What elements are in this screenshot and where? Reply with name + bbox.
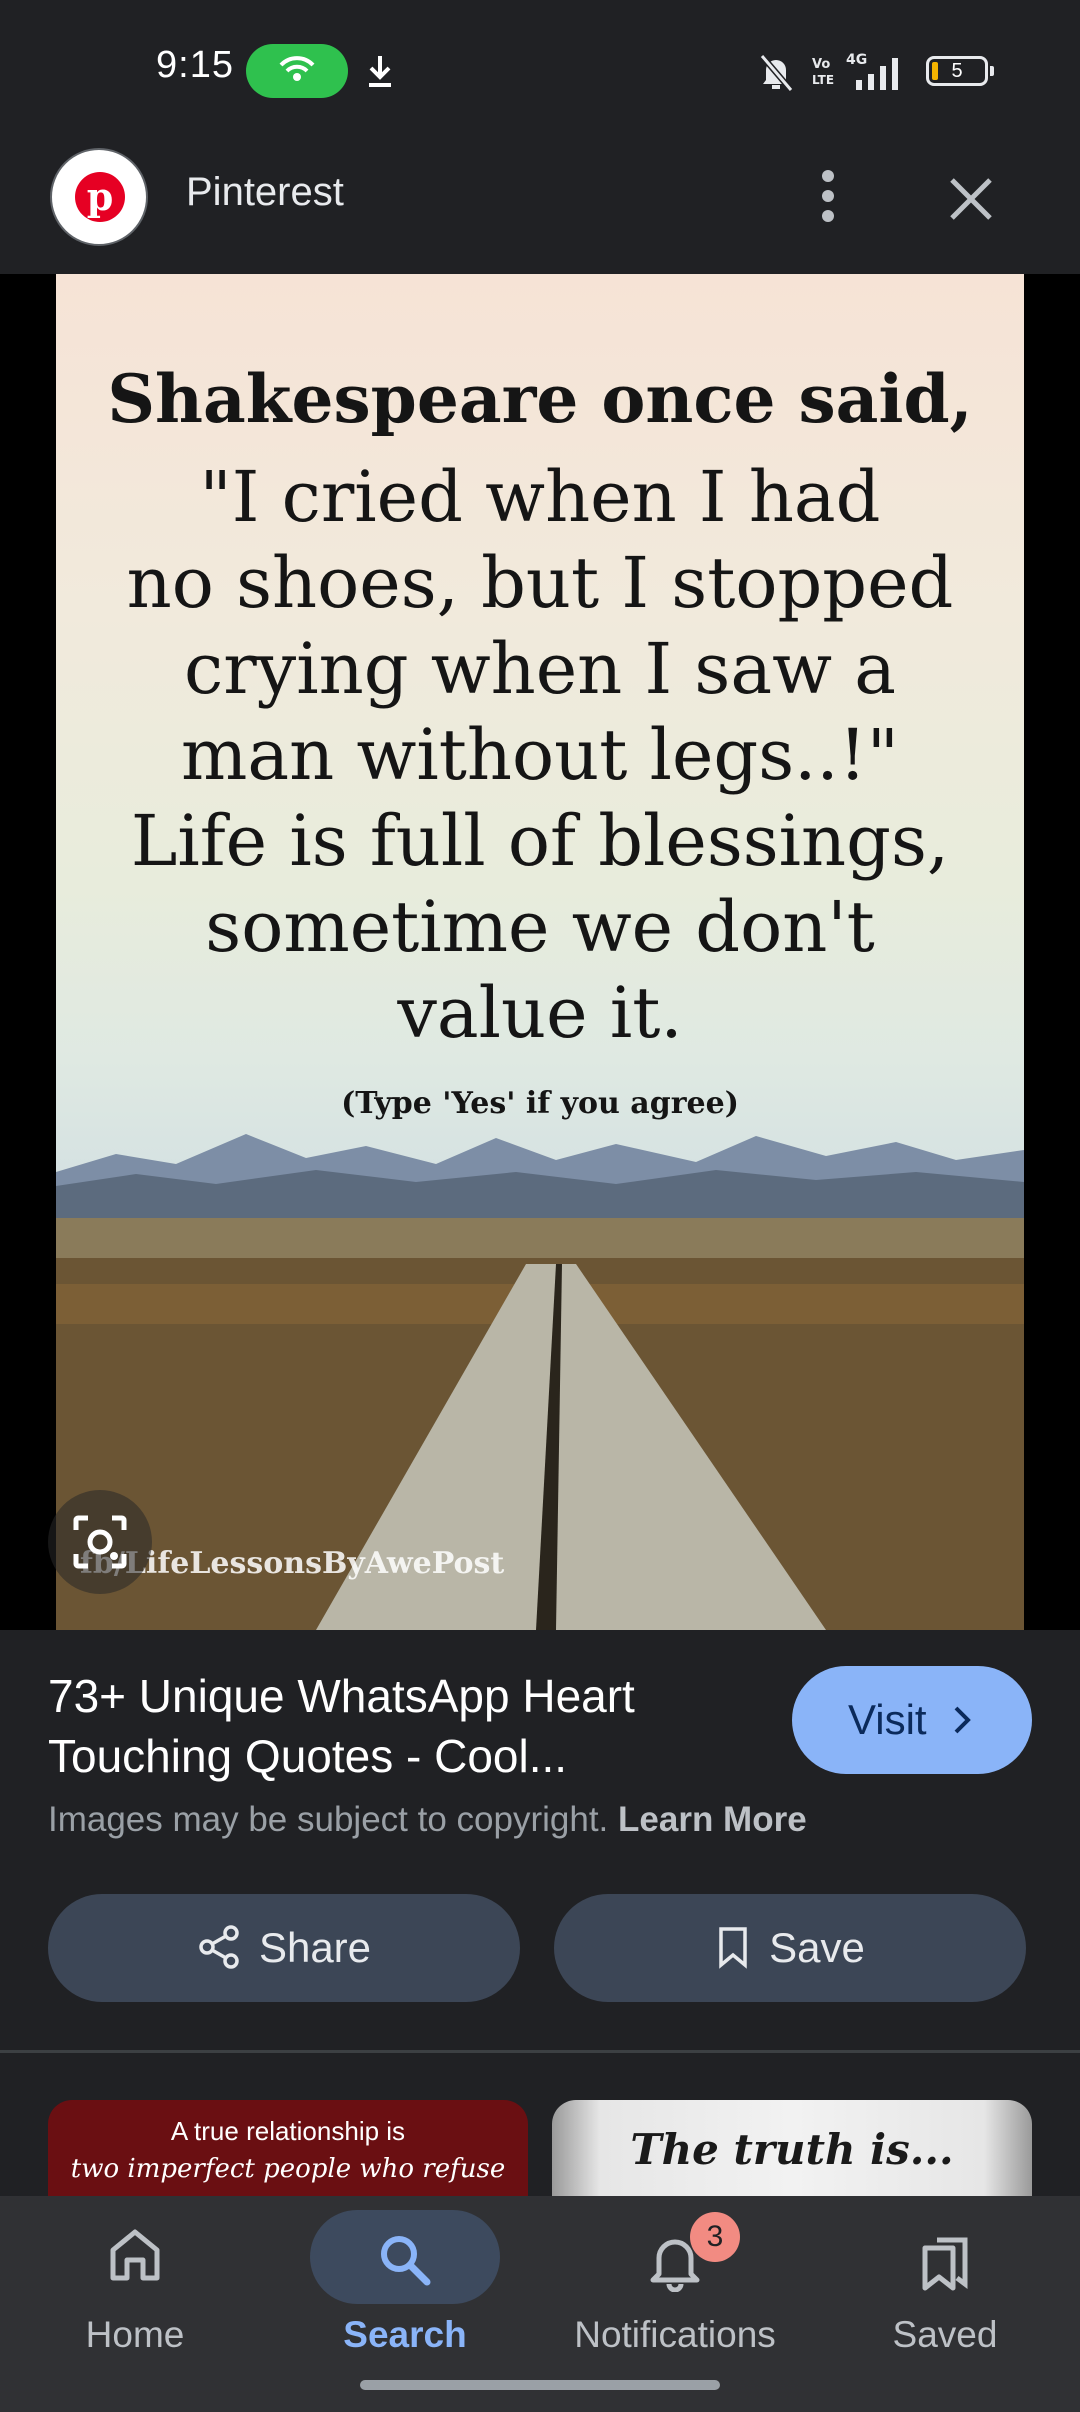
lens-button[interactable] — [48, 1490, 152, 1594]
quote-line: sometime we don't — [205, 886, 875, 968]
divider — [0, 2050, 1080, 2053]
related-image-card[interactable]: The truth is... — [552, 2100, 1032, 2196]
share-button[interactable]: Share — [48, 1894, 520, 2002]
viewer-header: p Pinterest — [0, 112, 1080, 274]
status-time: 9:15 — [156, 44, 234, 86]
bookmarks-icon — [922, 2237, 968, 2291]
lens-icon — [73, 1515, 127, 1569]
bookmark-icon — [719, 1927, 747, 1969]
status-bar: 9:15 Vo LTE 4G 5 — [0, 0, 1080, 112]
save-label: Save — [769, 1924, 865, 1971]
result-info-panel: 73+ Unique WhatsApp Heart Touching Quote… — [0, 1630, 1080, 2050]
nav-notifications-label: Notifications — [574, 2314, 776, 2355]
home-icon — [110, 2229, 160, 2281]
search-icon — [381, 2236, 431, 2286]
close-icon[interactable] — [946, 174, 996, 224]
nav-home-label: Home — [85, 2314, 185, 2355]
related-image-card[interactable]: A true relationship is two imperfect peo… — [48, 2100, 528, 2196]
quote-heading: Shakespeare once said, — [107, 360, 973, 438]
image-viewer[interactable]: Shakespeare once said, "I cried when I h… — [0, 274, 1080, 1630]
nav-saved[interactable]: Saved — [810, 2196, 1080, 2412]
signal-icon: 4G — [846, 52, 898, 90]
quote-line: no shoes, but I stopped — [126, 542, 954, 624]
quote-line: crying when I saw a — [184, 628, 896, 710]
quote-body: "I cried when I had no shoes, but I stop… — [56, 454, 1024, 1056]
chevron-right-icon — [954, 1706, 971, 1734]
pinterest-logo[interactable]: p — [50, 148, 148, 246]
svg-text:Vo: Vo — [812, 57, 830, 72]
related-images: A true relationship is two imperfect peo… — [0, 2100, 1080, 2196]
visit-label: Visit — [848, 1696, 927, 1743]
hotspot-indicator — [246, 44, 348, 98]
related-text: The truth is... — [630, 2125, 954, 2174]
battery-level: 5 — [951, 60, 963, 82]
download-icon — [369, 56, 391, 87]
svg-text:LTE: LTE — [812, 73, 834, 87]
hotspot-icon — [279, 56, 315, 81]
network-type: 4G — [846, 52, 867, 68]
nav-home[interactable]: Home — [0, 2196, 270, 2412]
mute-icon — [759, 54, 794, 92]
share-icon — [199, 1925, 239, 1969]
nav-search-label: Search — [343, 2314, 467, 2355]
related-text: two imperfect people who refuse — [70, 2154, 506, 2184]
nav-saved-label: Saved — [892, 2314, 998, 2355]
home-indicator[interactable] — [360, 2380, 720, 2390]
quote-line: value it. — [397, 972, 683, 1054]
volte-icon: Vo LTE — [812, 57, 834, 87]
quote-line: Life is full of blessings, — [130, 800, 950, 882]
visit-button[interactable]: Visit — [792, 1666, 1032, 1774]
copyright-text: Images may be subject to copyright. — [48, 1800, 609, 1839]
learn-more-link[interactable]: Learn More — [618, 1800, 807, 1839]
quote-image[interactable]: Shakespeare once said, "I cried when I h… — [56, 274, 1024, 1630]
copyright-notice: Images may be subject to copyright. Lear… — [48, 1800, 807, 1840]
pinterest-logo-letter: p — [75, 172, 125, 222]
site-name[interactable]: Pinterest — [186, 170, 344, 215]
quote-note: (Type 'Yes' if you agree) — [341, 1086, 739, 1121]
result-title[interactable]: 73+ Unique WhatsApp Heart Touching Quote… — [48, 1666, 748, 1786]
quote-line: "I cried when I had — [199, 456, 881, 538]
related-text: A true relationship is — [170, 2116, 406, 2146]
notification-badge: 3 — [690, 2212, 740, 2262]
quote-line: man without legs..!" — [181, 714, 899, 796]
more-vert-icon[interactable] — [808, 164, 848, 228]
battery-icon: 5 — [926, 56, 994, 86]
save-button[interactable]: Save — [554, 1894, 1026, 2002]
share-label: Share — [258, 1924, 372, 1971]
